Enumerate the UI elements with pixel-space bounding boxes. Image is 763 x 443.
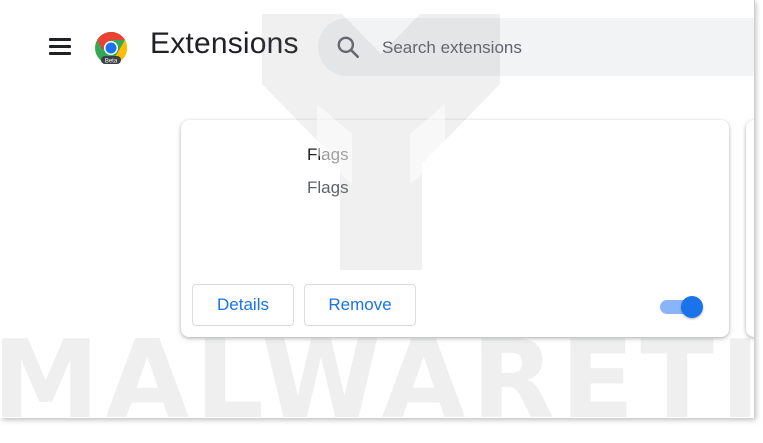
extension-card: Flags Flags Details Remove (181, 120, 729, 337)
remove-button[interactable]: Remove (304, 284, 416, 326)
window-edge (754, 0, 755, 418)
menu-bar (49, 52, 71, 55)
chrome-beta-logo-icon: Beta (95, 31, 128, 64)
extensions-page: Beta Extensions Flags Flags Details Remo… (0, 0, 754, 418)
logo-badge-text: Beta (105, 58, 118, 64)
menu-bar (49, 45, 71, 48)
extension-description: Flags (307, 178, 349, 197)
menu-bar (49, 38, 71, 41)
page-title: Extensions (150, 27, 299, 60)
extension-card-partial (746, 120, 754, 337)
toggle-knob (681, 296, 703, 318)
extension-enable-toggle[interactable] (660, 296, 704, 318)
search-icon[interactable] (335, 34, 361, 60)
search-input[interactable] (382, 36, 742, 60)
hamburger-menu-icon[interactable] (44, 31, 76, 63)
details-button[interactable]: Details (192, 284, 294, 326)
extension-name: Flags (307, 145, 349, 164)
